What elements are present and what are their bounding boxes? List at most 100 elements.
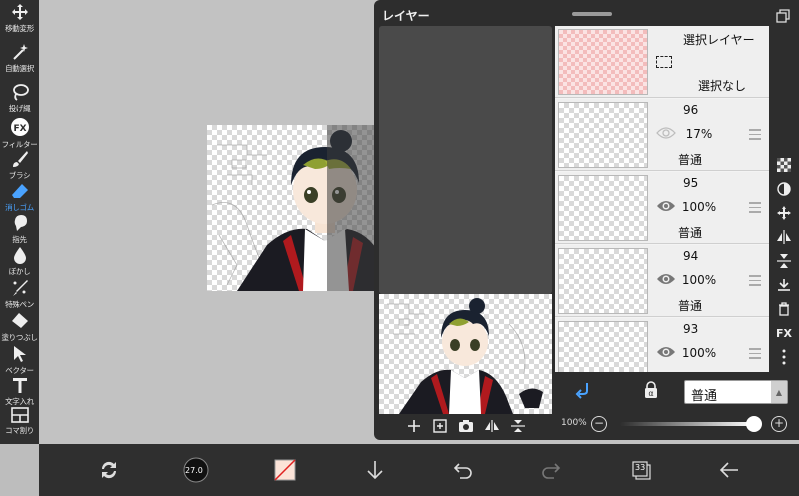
flip-layer-horizontal-button[interactable] (775, 228, 793, 246)
download-button[interactable] (357, 452, 393, 488)
layer-preview-image[interactable] (379, 294, 552, 414)
lasso-icon (12, 84, 29, 101)
tool-label: 移動変形 (5, 24, 34, 33)
panel-title: レイヤー (382, 9, 430, 23)
merge-down-icon (778, 279, 790, 291)
flip-horizontal-button[interactable] (483, 417, 501, 435)
layer-row[interactable]: 95 100% 普通 (555, 172, 769, 244)
add-layer-button[interactable] (405, 417, 423, 435)
layer-opacity: 100% (681, 200, 717, 214)
layer-thumbnail (558, 102, 648, 168)
drag-handle-icon[interactable] (749, 348, 761, 362)
window-maximize-icon (776, 9, 790, 23)
tool-move[interactable]: 移動変形 (0, 0, 39, 38)
preview-toolbar (379, 414, 552, 438)
layer-thumbnail (558, 321, 648, 372)
frame-divider-icon (10, 407, 29, 423)
tool-frame-divider[interactable]: コマ割り (0, 404, 39, 442)
alpha-lock-button[interactable]: α (643, 381, 659, 403)
opacity-decrease-button[interactable]: − (591, 416, 607, 432)
clip-arrow-icon (575, 383, 588, 399)
flip-vertical-button[interactable] (509, 417, 527, 435)
drag-handle-icon[interactable] (749, 202, 761, 216)
flip-vertical-icon (510, 420, 525, 432)
layer-panel: レイヤー 選択レイヤー 選択なし 96 17% 普通 95 100% 普通 94… (374, 0, 799, 440)
tool-lasso[interactable]: 投げ縄 (0, 80, 39, 118)
merge-down-button[interactable] (775, 276, 793, 294)
bottom-bar: 27.0 33 (39, 444, 799, 496)
transparency-lock-button[interactable] (775, 156, 793, 174)
camera-button[interactable] (457, 417, 475, 435)
clipping-button[interactable] (575, 382, 591, 404)
opacity-slider[interactable] (620, 422, 754, 426)
text-icon (12, 378, 27, 393)
layer-blend-mode: 普通 (677, 299, 702, 313)
brush-size-button[interactable]: 27.0 (178, 452, 214, 488)
undo-button[interactable] (445, 452, 481, 488)
plus-icon (407, 420, 420, 432)
drag-handle-icon[interactable] (749, 129, 761, 143)
move-layer-icon (777, 206, 791, 220)
layer-blend-mode: 普通 (645, 370, 735, 372)
redo-icon (542, 463, 561, 479)
tool-magic-wand[interactable]: 自動選択 (0, 40, 39, 78)
blend-mode-select[interactable]: 普通 ▲ (684, 380, 788, 404)
layer-row[interactable]: 96 17% 普通 (555, 99, 769, 171)
tone-button[interactable] (775, 180, 793, 198)
preview-illustration (387, 298, 543, 414)
eraser-icon (11, 184, 28, 198)
brush-size-value: 27.0 (185, 466, 203, 475)
camera-icon (458, 420, 473, 432)
blur-icon (13, 247, 26, 264)
selection-marquee-icon (656, 56, 672, 68)
selection-layer-thumbnail (558, 29, 648, 95)
tool-label: 自動選択 (5, 64, 34, 73)
layer-list[interactable]: 選択レイヤー 選択なし 96 17% 普通 95 100% 普通 94 100%… (555, 26, 769, 372)
tool-label: 投げ縄 (8, 104, 31, 113)
tool-bar: 移動変形 自動選択 投げ縄 FX フィルター ブラシ 消しゴム 指先 ぼかし 特… (0, 0, 39, 444)
lock-alpha-icon: α (645, 381, 657, 398)
transform-button[interactable] (91, 452, 127, 488)
svg-text:FX: FX (13, 124, 26, 134)
layer-row[interactable]: 93 100% 普通 (555, 318, 769, 372)
layer-blend-mode: 普通 (677, 226, 702, 240)
redo-button[interactable] (533, 452, 569, 488)
dropdown-arrow-icon: ▲ (771, 381, 787, 403)
move-icon (11, 4, 28, 20)
drag-handle-icon[interactable] (749, 275, 761, 289)
layer-blend-mode: 普通 (677, 153, 702, 167)
add-layer-box-icon (432, 419, 447, 433)
checker-icon (777, 158, 791, 172)
blend-bar: α 普通 ▲ (555, 374, 795, 409)
layer-tools-column: FX (770, 152, 799, 372)
selection-layer-title: 選択レイヤー (683, 33, 755, 47)
panel-maximize-button[interactable] (776, 8, 790, 27)
layer-name: 93 (683, 322, 699, 336)
brush-icon (12, 151, 28, 167)
svg-text:α: α (648, 389, 653, 398)
layers-button[interactable]: 33 (623, 452, 659, 488)
fill-icon (11, 313, 28, 328)
fx-icon: FX (776, 326, 792, 340)
move-layer-button[interactable] (775, 204, 793, 222)
more-button[interactable] (775, 348, 793, 366)
color-swatch-button[interactable] (267, 452, 303, 488)
opacity-slider-knob[interactable] (746, 416, 762, 432)
delete-layer-button[interactable] (775, 300, 793, 318)
vector-icon (13, 346, 26, 362)
selection-layer-row[interactable]: 選択レイヤー 選択なし (555, 26, 769, 98)
panel-drag-handle[interactable] (572, 12, 612, 16)
fx-icon: FX (10, 118, 29, 136)
layer-fx-button[interactable]: FX (775, 324, 793, 342)
color-swatch-icon (274, 459, 296, 481)
opacity-increase-button[interactable]: + (771, 416, 787, 432)
layer-row[interactable]: 94 100% 普通 (555, 245, 769, 317)
layer-opacity: 100% (681, 273, 717, 287)
flip-layer-vertical-button[interactable] (775, 252, 793, 270)
rotate-arrows-icon (101, 461, 117, 479)
opacity-label: 100% (561, 418, 587, 428)
layer-opacity: 17% (685, 127, 713, 141)
layer-count: 33 (635, 463, 646, 472)
add-special-layer-button[interactable] (431, 417, 449, 435)
back-button[interactable] (711, 452, 747, 488)
